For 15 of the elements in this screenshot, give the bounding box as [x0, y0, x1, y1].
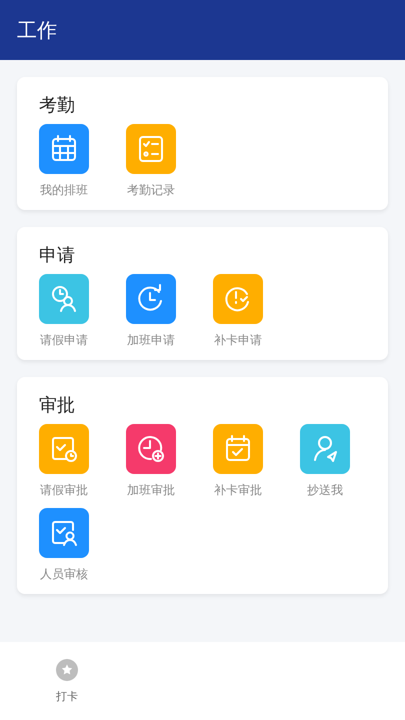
feature-button[interactable]: 请假申请	[32, 274, 96, 348]
feature-button[interactable]: 补卡审批	[206, 424, 270, 498]
feature-button[interactable]: 请假审批	[32, 424, 96, 498]
feature-button[interactable]: 补卡申请	[206, 274, 270, 348]
section-title: 考勤	[39, 95, 75, 117]
feature-button[interactable]: 抄送我	[293, 424, 357, 498]
feature-button[interactable]: 人员审核	[32, 508, 96, 582]
tab[interactable]: 打卡	[17, 658, 117, 704]
feature-button[interactable]: 加班审批	[119, 424, 183, 498]
section-title: 审批	[39, 395, 75, 417]
section-title: 申请	[39, 245, 75, 267]
feature-button[interactable]: 加班申请	[119, 274, 183, 348]
feature-button[interactable]: 我的排班	[32, 124, 96, 198]
feature-button[interactable]: 考勤记录	[119, 124, 183, 198]
page-title: 工作	[17, 16, 57, 44]
